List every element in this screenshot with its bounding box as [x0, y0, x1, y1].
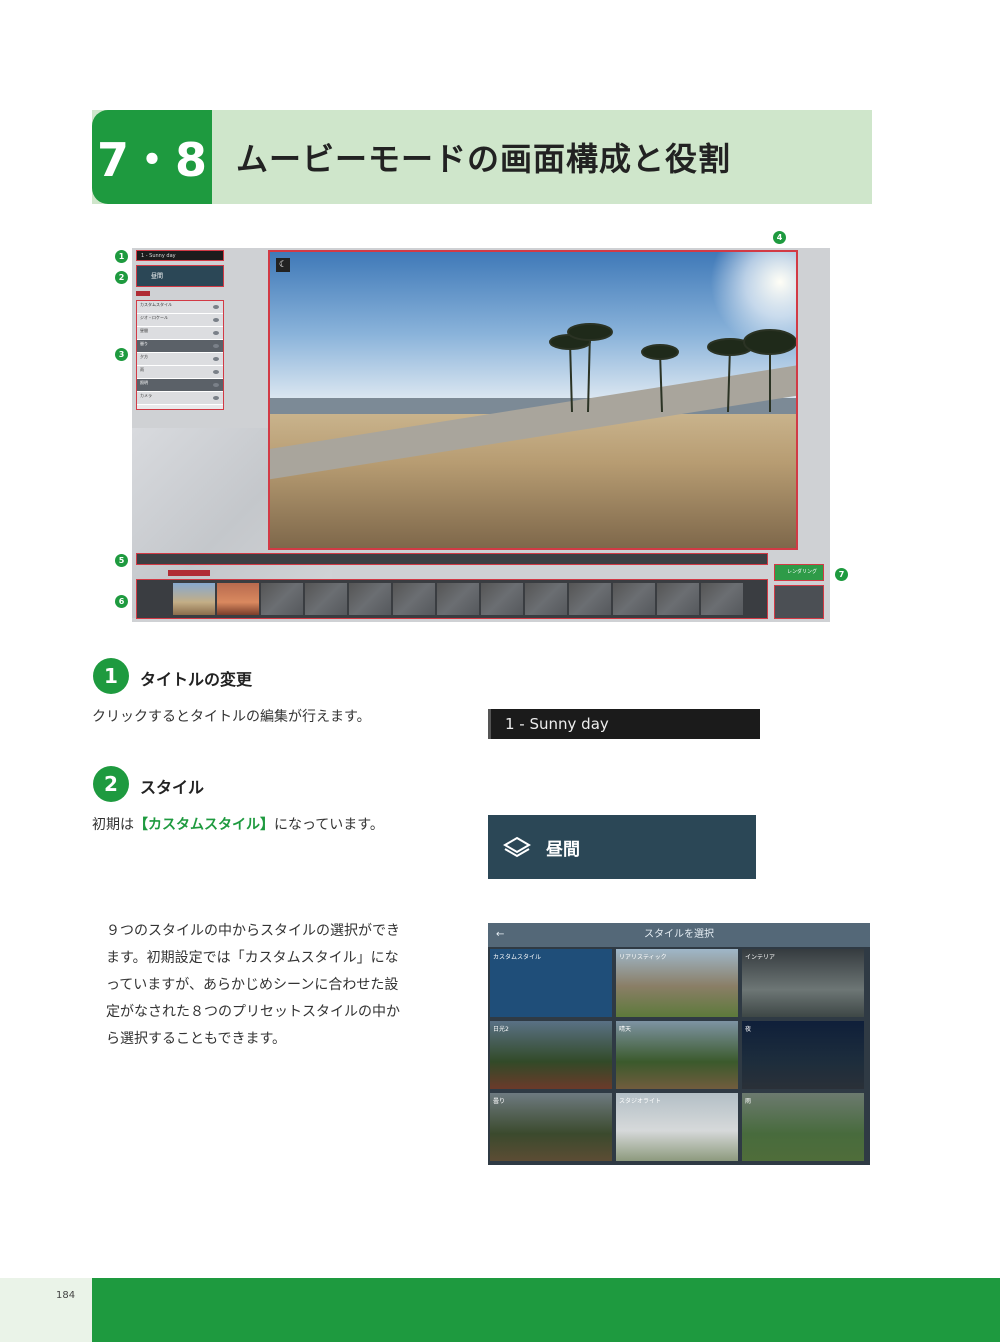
style-cell[interactable]: インテリア — [742, 949, 864, 1017]
list-item[interactable]: ジオ・ロケール — [137, 314, 223, 327]
style-button[interactable]: 昼間 — [136, 265, 224, 287]
paragraph-line: っていますが、あらかじめシーンに合わせた設 — [106, 977, 399, 993]
callout-badge-5: 5 — [115, 554, 128, 567]
list-item[interactable]: 曇り — [137, 340, 223, 353]
style-cell[interactable]: 晴天 — [616, 1021, 738, 1089]
list-item[interactable]: 昼間 — [137, 327, 223, 340]
palm-trees — [549, 323, 796, 413]
page-number: 184 — [56, 1290, 76, 1301]
style-cell[interactable]: 雨 — [742, 1093, 864, 1161]
movie-mode-screenshot: 1 - Sunny day 昼間 カスタムスタイル ジオ・ロケール 昼間 曇り … — [132, 248, 830, 622]
style-cell[interactable]: スタジオライト — [616, 1093, 738, 1161]
clip-thumbnail[interactable] — [657, 583, 699, 615]
list-item[interactable]: 照明 — [137, 379, 223, 392]
clip-thumbnail[interactable] — [437, 583, 479, 615]
callout-badge-7: 7 — [835, 568, 848, 581]
title-bar-sample: 1 - Sunny day — [488, 709, 760, 739]
footer-left-band — [0, 1278, 92, 1342]
paragraph-line: 定がなされた８つのプリセットスタイルの中か — [106, 1004, 400, 1020]
effect-list: カスタムスタイル ジオ・ロケール 昼間 曇り 夕方 雨 照明 カメラ — [136, 300, 224, 410]
list-item[interactable]: 雨 — [137, 366, 223, 379]
preview-viewport[interactable]: ☾ — [268, 250, 798, 550]
style-cell[interactable]: リアリスティック — [616, 949, 738, 1017]
callout-badge-1: 1 — [115, 250, 128, 263]
style-cell[interactable]: 曇り — [490, 1093, 612, 1161]
title-bar[interactable]: 1 - Sunny day — [136, 250, 224, 261]
viewport-menu-icon[interactable]: ☾ — [276, 258, 290, 272]
clip-thumbnail[interactable] — [481, 583, 523, 615]
back-arrow-icon[interactable]: ← — [496, 923, 504, 947]
callout-badge-2: 2 — [115, 271, 128, 284]
clip-thumbnail[interactable] — [393, 583, 435, 615]
clip-thumbnail[interactable] — [569, 583, 611, 615]
section-2-text-before: 初期は — [92, 817, 134, 833]
clip-thumbnail[interactable] — [217, 583, 259, 615]
clip-filmstrip[interactable] — [136, 579, 768, 619]
tab-marker — [136, 291, 150, 296]
footer-band — [92, 1278, 1000, 1342]
paragraph-line: ９つのスタイルの中からスタイルの選択ができ — [106, 923, 400, 939]
style-button-sample: 昼間 — [488, 815, 756, 879]
style-select-header: ← スタイルを選択 — [488, 923, 870, 947]
playback-controls[interactable] — [774, 585, 824, 619]
callout-badge-6: 6 — [115, 595, 128, 608]
section-2-paragraph: ９つのスタイルの中からスタイルの選択ができ ます。初期設定では「カスタムスタイル… — [106, 918, 466, 1053]
paragraph-line: ら選択することもできます。 — [106, 1031, 287, 1047]
section-2-number: 2 — [93, 766, 129, 802]
section-1-text: クリックするとタイトルの編集が行えます。 — [92, 709, 371, 725]
section-1-heading: タイトルの変更 — [140, 670, 253, 689]
chapter-number: 7・8 — [92, 110, 212, 204]
timeline-ruler[interactable] — [136, 553, 768, 565]
section-2-text: 初期は【カスタムスタイル】になっています。 — [92, 812, 384, 839]
section-1-number: 1 — [93, 658, 129, 694]
clip-marker — [168, 570, 210, 576]
style-label: 昼間 — [151, 273, 164, 280]
callout-badge-3: 3 — [115, 348, 128, 361]
clip-thumbnail[interactable] — [613, 583, 655, 615]
section-2-heading: スタイル — [140, 778, 205, 797]
style-sample-label: 昼間 — [546, 839, 580, 860]
clip-thumbnail[interactable] — [261, 583, 303, 615]
style-select-title: スタイルを選択 — [644, 929, 714, 940]
style-layers-icon — [503, 836, 531, 858]
clip-thumbnail[interactable] — [173, 583, 215, 615]
page-title: ムービーモードの画面構成と役割 — [236, 140, 732, 178]
clip-thumbnail[interactable] — [349, 583, 391, 615]
style-cell[interactable]: カスタムスタイル — [490, 949, 612, 1017]
render-button[interactable]: レンダリング — [774, 564, 824, 581]
clip-thumbnail[interactable] — [525, 583, 567, 615]
list-item[interactable]: 夕方 — [137, 353, 223, 366]
style-select-screenshot: ← スタイルを選択 カスタムスタイル リアリスティック インテリア 日光2 晴天… — [488, 923, 870, 1165]
clip-thumbnail[interactable] — [701, 583, 743, 615]
list-item[interactable]: カスタムスタイル — [137, 301, 223, 314]
list-item[interactable]: カメラ — [137, 392, 223, 405]
callout-badge-4: 4 — [773, 231, 786, 244]
paragraph-line: ます。初期設定では「カスタムスタイル」にな — [106, 950, 399, 966]
section-2-text-after: になっています。 — [274, 817, 384, 833]
custom-style-highlight: 【カスタムスタイル】 — [134, 817, 274, 833]
clip-thumbnail[interactable] — [305, 583, 347, 615]
style-cell[interactable]: 夜 — [742, 1021, 864, 1089]
style-cell[interactable]: 日光2 — [490, 1021, 612, 1089]
